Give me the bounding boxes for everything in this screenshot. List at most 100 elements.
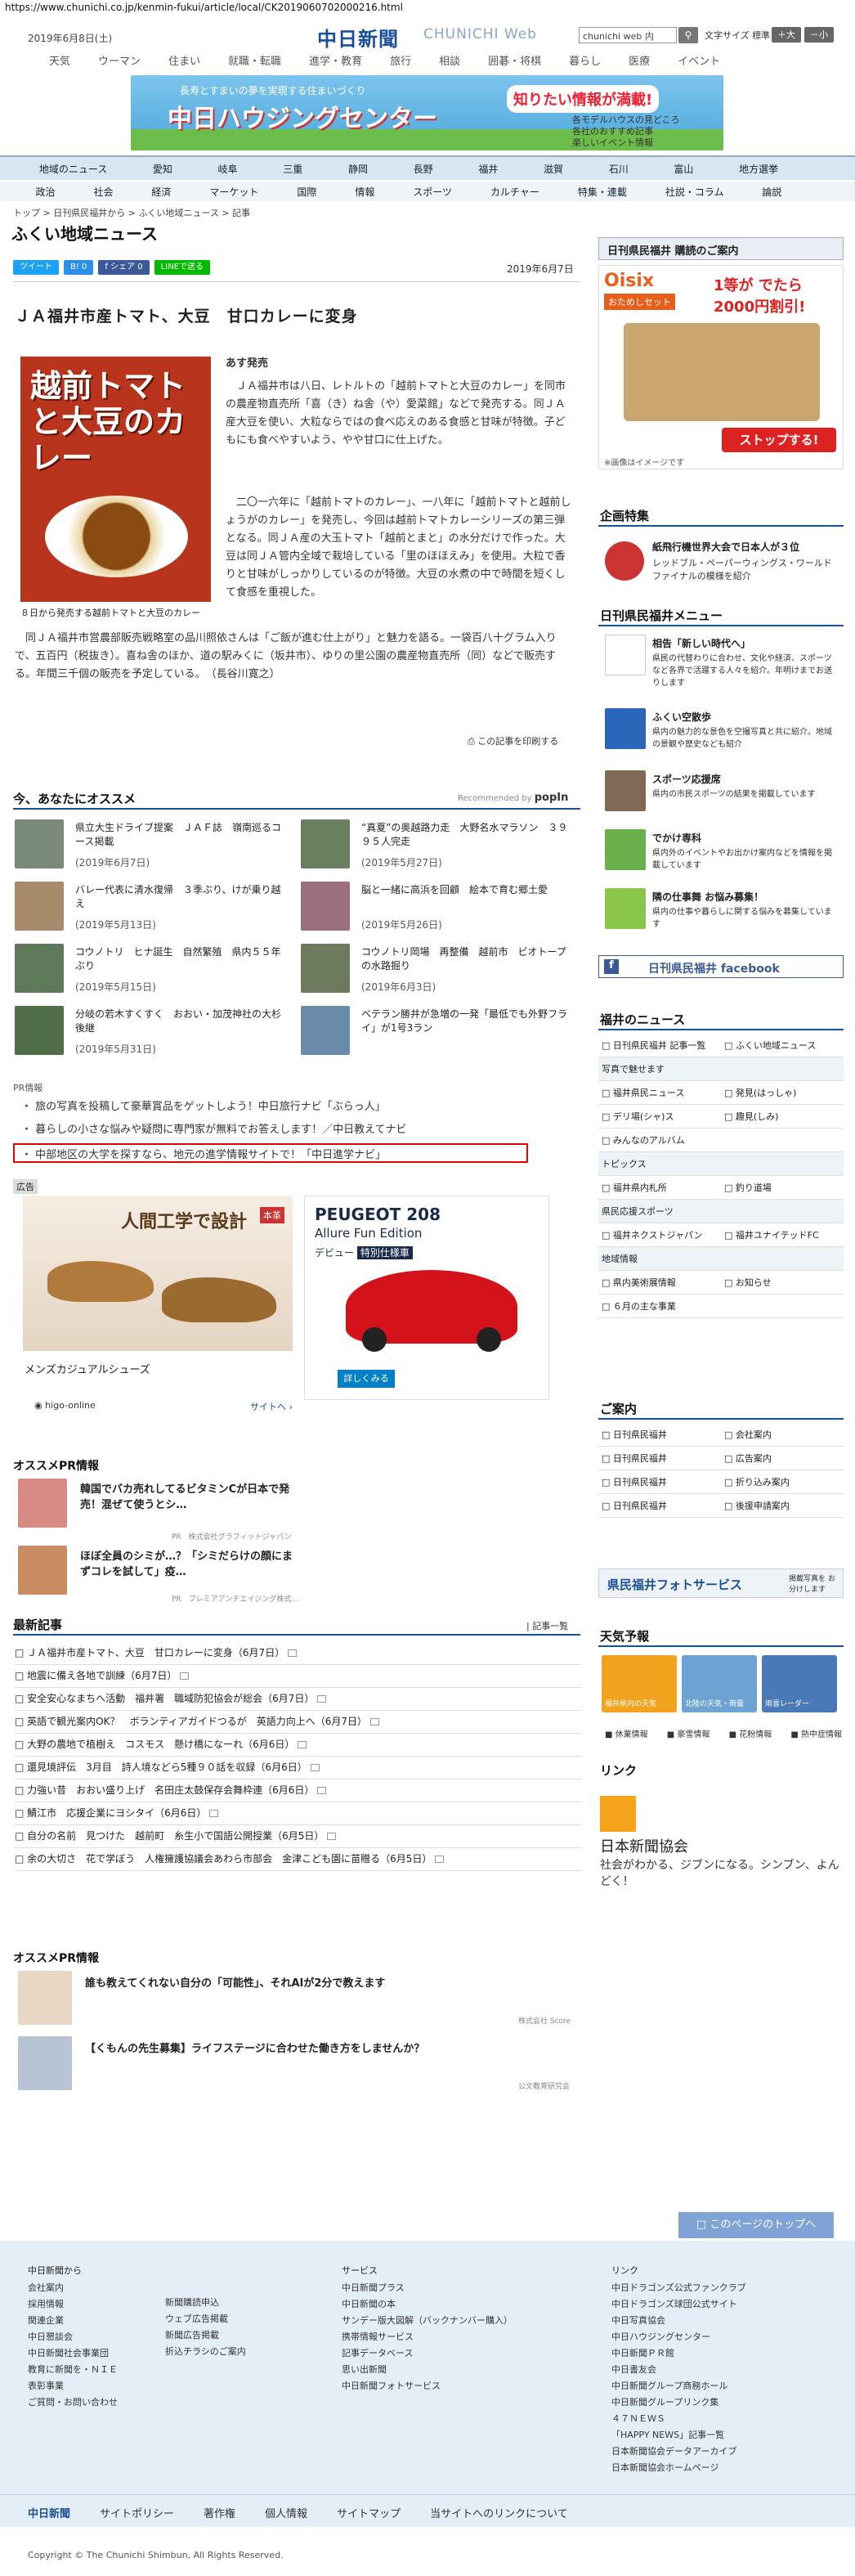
latest-item[interactable]: □ 地震に備え各地で訓練（6月7日）	[15, 1665, 582, 1688]
sub-nav-item[interactable]: スポーツ	[413, 185, 452, 199]
peugeot-more-button[interactable]: 詳しくみる	[338, 1370, 395, 1388]
sub-nav-item[interactable]: 社会	[93, 185, 113, 199]
news-link[interactable]: 写真で魅せます	[598, 1057, 844, 1081]
sub-nav-item[interactable]: 論説	[762, 185, 781, 199]
cat-nav-item[interactable]: 岐阜	[218, 162, 238, 176]
rec-thumb[interactable]	[15, 819, 64, 868]
weather-fukui[interactable]: 福井県内の天気	[602, 1655, 677, 1712]
latest-more-link[interactable]: | 記事一覧	[526, 1619, 568, 1632]
cat-nav-item[interactable]: 長野	[414, 162, 433, 176]
rec-link[interactable]: コウノトリ ヒナ誕生 自然繁殖 県内５５年ぶり	[75, 945, 288, 973]
to-top-button[interactable]: □ このページのトップへ	[678, 2212, 834, 2238]
latest-item[interactable]: □ 英語で観光案内OK？ ボランティアガイドつるが 英語力向上へ（6月7日）	[15, 1711, 582, 1734]
footer-link[interactable]: 中日新聞の本	[342, 2296, 513, 2313]
guide-link[interactable]: □ 会社案内	[724, 1428, 772, 1441]
footer-link[interactable]: 中日写真協会	[611, 2313, 746, 2329]
menu-icon[interactable]	[605, 888, 646, 929]
menu-icon[interactable]	[605, 829, 646, 870]
font-plus-button[interactable]: ＋大	[772, 27, 801, 43]
url-bar[interactable]: https://www.chunichi.co.jp/kenmin-fukui/…	[0, 0, 855, 15]
footer-bottom-link[interactable]: 当サイトへのリンクについて	[430, 2505, 568, 2520]
pr2-thumb[interactable]	[18, 2036, 72, 2090]
sub-nav-item[interactable]: 社説・コラム	[665, 185, 724, 199]
rec-link[interactable]: 脳と一緒に高浜を回顧 絵本で育む郷土愛	[361, 883, 574, 897]
top-nav-item[interactable]: イベント	[678, 52, 720, 70]
latest-item[interactable]: □ 鯖江市 応援企業にヨシタイ（6月6日）	[15, 1802, 582, 1825]
footer-link[interactable]: 中日新聞グループ商務ホール	[611, 2378, 746, 2394]
tweet-button[interactable]: ツイート	[13, 260, 59, 275]
footer-logo[interactable]: 中日新聞	[28, 2505, 70, 2520]
guide-link[interactable]: □ 後援申請案内	[724, 1499, 790, 1512]
region-link[interactable]: □ 県内美術展情報	[602, 1276, 724, 1289]
weather-link[interactable]: ■ 休業情報	[605, 1727, 648, 1739]
footer-link[interactable]: 中日新聞フォトサービス	[342, 2378, 513, 2394]
rec-thumb[interactable]	[15, 944, 64, 993]
guide-link[interactable]: □ 広告案内	[724, 1452, 772, 1465]
news-link[interactable]: □ 福井県民ニュース	[602, 1086, 724, 1099]
footer-link[interactable]: 記事データベース	[342, 2345, 513, 2362]
news-link[interactable]: □ ふくい地域ニュース	[724, 1039, 816, 1052]
footer-link[interactable]: 携帯情報サービス	[342, 2329, 513, 2345]
rec-link[interactable]: ベテラン勝井が急増の一発「最低でも外野フライ」が1号3ラン	[361, 1008, 574, 1035]
pr-link[interactable]: ・ 中部地区の大学を探すなら、地元の進学情報サイトで！「中日進学ナビ」	[21, 1146, 386, 1161]
top-nav-item[interactable]: 暮らし	[569, 52, 601, 70]
pressnet-logo[interactable]	[600, 1796, 636, 1832]
oisix-stop-button[interactable]: ストップする!	[722, 428, 836, 452]
footer-link[interactable]: 教育に新聞を・ＮＩＥ	[28, 2362, 118, 2378]
footer-link[interactable]: 日本新聞協会ホームページ	[611, 2460, 746, 2476]
sub-nav-item[interactable]: 経済	[151, 185, 171, 199]
sub-nav-item[interactable]: 国際	[297, 185, 316, 199]
latest-item[interactable]: □ ＪＡ福井市産トマト、大豆 甘口カレーに変身（6月7日）	[15, 1642, 582, 1665]
pr-link[interactable]: ・ 暮らしの小さな悩みや疑問に専門家が無料でお答えします！／中日教えてナビ	[21, 1120, 407, 1136]
topics-link[interactable]: □ 福井県内札所	[602, 1181, 724, 1194]
guide-link[interactable]: □ 日刊県民福井	[602, 1452, 724, 1465]
menu-item[interactable]: 相告「新しい時代へ」	[652, 636, 750, 650]
region-link[interactable]: □ ６月の主な事業	[598, 1295, 844, 1318]
sub-nav-item[interactable]: カルチャー	[490, 185, 539, 199]
footer-link[interactable]: 表彰事業	[28, 2378, 118, 2394]
menu-item[interactable]: 隣の仕事舞 お悩み募集！	[652, 890, 763, 904]
guide-link[interactable]: □ 日刊県民福井	[602, 1475, 724, 1488]
footer-link[interactable]: ご質問・お問い合わせ	[28, 2394, 118, 2411]
news-link[interactable]: □ 趣見(しみ)	[724, 1110, 778, 1123]
site-logo[interactable]: 中日新聞	[317, 23, 399, 52]
weather-link[interactable]: ■ 花粉情報	[729, 1727, 772, 1739]
pr-thumb[interactable]	[18, 1546, 67, 1595]
redbull-icon[interactable]	[605, 541, 644, 581]
footer-bottom-link[interactable]: 個人情報	[265, 2505, 307, 2520]
rec-link[interactable]: 分岐の若木すくすく おおい・加茂神社の大杉後継	[75, 1008, 288, 1035]
menu-item[interactable]: ふくい空散歩	[652, 710, 711, 724]
line-button[interactable]: LINEで送る	[154, 260, 210, 275]
cat-nav-item[interactable]: 地域のニュース	[39, 162, 107, 176]
menu-icon[interactable]	[605, 770, 646, 811]
breadcrumb[interactable]: トップ > 日刊県民福井から > ふくい地域ニュース > 記事	[13, 206, 250, 219]
link-org[interactable]: 日本新聞協会	[600, 1835, 688, 1856]
rec-thumb[interactable]	[15, 882, 64, 931]
cat-nav-item[interactable]: 三重	[283, 162, 302, 176]
footer-link[interactable]: 中日新聞ＰＲ館	[611, 2345, 746, 2362]
rec-link[interactable]: バレー代表に清水復帰 ３季ぶり、けが乗り越え	[75, 883, 288, 911]
cat-nav-item[interactable]: 滋賀	[544, 162, 563, 176]
shoe-ad-image[interactable]: 人間工学で設計 本革	[23, 1196, 293, 1351]
sub-nav-item[interactable]: 政治	[35, 185, 55, 199]
search-icon[interactable]: ⚲	[678, 27, 698, 43]
rec-link[interactable]: “真夏”の奥越路力走 大野名水マラソン ３９９５人完走	[361, 821, 574, 849]
top-nav-item[interactable]: ウーマン	[98, 52, 141, 70]
weather-link[interactable]: ■ 熱中症情報	[790, 1727, 842, 1739]
guide-link[interactable]: □ 折り込み案内	[724, 1475, 790, 1488]
latest-item[interactable]: □ 余の大切さ 花で学ぼう 人権擁護協議会あわら市部会 金津こども園に苗贈る（6…	[15, 1848, 582, 1871]
footer-link[interactable]: 中日ハウジングセンター	[611, 2329, 746, 2345]
footer-link[interactable]: 折込チラシのご案内	[165, 2344, 246, 2360]
font-minus-button[interactable]: －小	[804, 27, 834, 43]
latest-item[interactable]: □ 自分の名前 見つけた 越前町 糸生小で国語公開授業（6月5日）	[15, 1825, 582, 1848]
oisix-ad[interactable]: Oisix おためしセット 1等が でたら 2000円割引! ストップする! ※…	[598, 265, 844, 469]
menu-icon[interactable]	[605, 708, 646, 749]
top-nav-item[interactable]: 住まい	[168, 52, 200, 70]
subscribe-banner[interactable]: 日刊県民福井 購読のご案内	[598, 237, 844, 260]
print-link[interactable]: ⎙ この記事を印刷する	[468, 734, 558, 747]
article-image[interactable]: 越前トマトと大豆のカレー	[20, 357, 211, 602]
region-link[interactable]: □ お知らせ	[724, 1276, 772, 1289]
news-link[interactable]: □ みんなのアルバム	[598, 1129, 844, 1152]
topics-link[interactable]: □ 釣り道場	[724, 1181, 772, 1194]
top-nav-item[interactable]: 旅行	[390, 52, 411, 70]
